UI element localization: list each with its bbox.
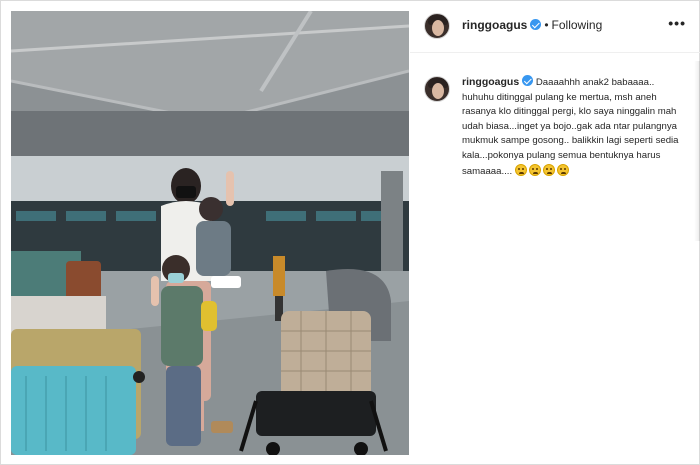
post-photo[interactable]	[11, 11, 409, 455]
crying-face-emoji-icon	[556, 163, 569, 176]
caption-avatar[interactable]	[424, 76, 450, 102]
caption-username[interactable]: ringgoagus	[462, 76, 519, 88]
caption-text: Daaaahhh anak2 babaaaa.. huhuhu ditingga…	[462, 77, 679, 177]
header-username[interactable]: ringgoagus	[462, 18, 527, 32]
crying-face-emoji-icon	[542, 163, 555, 176]
avatar-face	[432, 83, 444, 99]
avatar-face	[432, 20, 444, 36]
post-side-panel: ringgoagus • Following ••• ringgoagus Daaa…	[410, 1, 700, 465]
more-options-icon[interactable]: •••	[668, 15, 686, 31]
crying-face-emoji-icon	[514, 163, 527, 176]
caption-text-block: ringgoagus Daaaahhh anak2 babaaaa.. huhu…	[462, 75, 682, 179]
airport-family-photo	[11, 11, 409, 455]
post-frame: ringgoagus • Following ••• ringgoagus Daaa…	[0, 0, 700, 465]
separator-dot: •	[544, 18, 549, 32]
header-user-line: ringgoagus • Following	[462, 18, 602, 32]
following-button[interactable]: Following	[552, 18, 603, 32]
crying-face-emoji-icon	[528, 163, 541, 176]
verified-badge-icon	[530, 19, 542, 30]
scroll-shadow	[694, 61, 700, 241]
post-header: ringgoagus • Following •••	[410, 1, 700, 53]
avatar[interactable]	[424, 13, 450, 39]
verified-badge-icon	[522, 75, 534, 86]
